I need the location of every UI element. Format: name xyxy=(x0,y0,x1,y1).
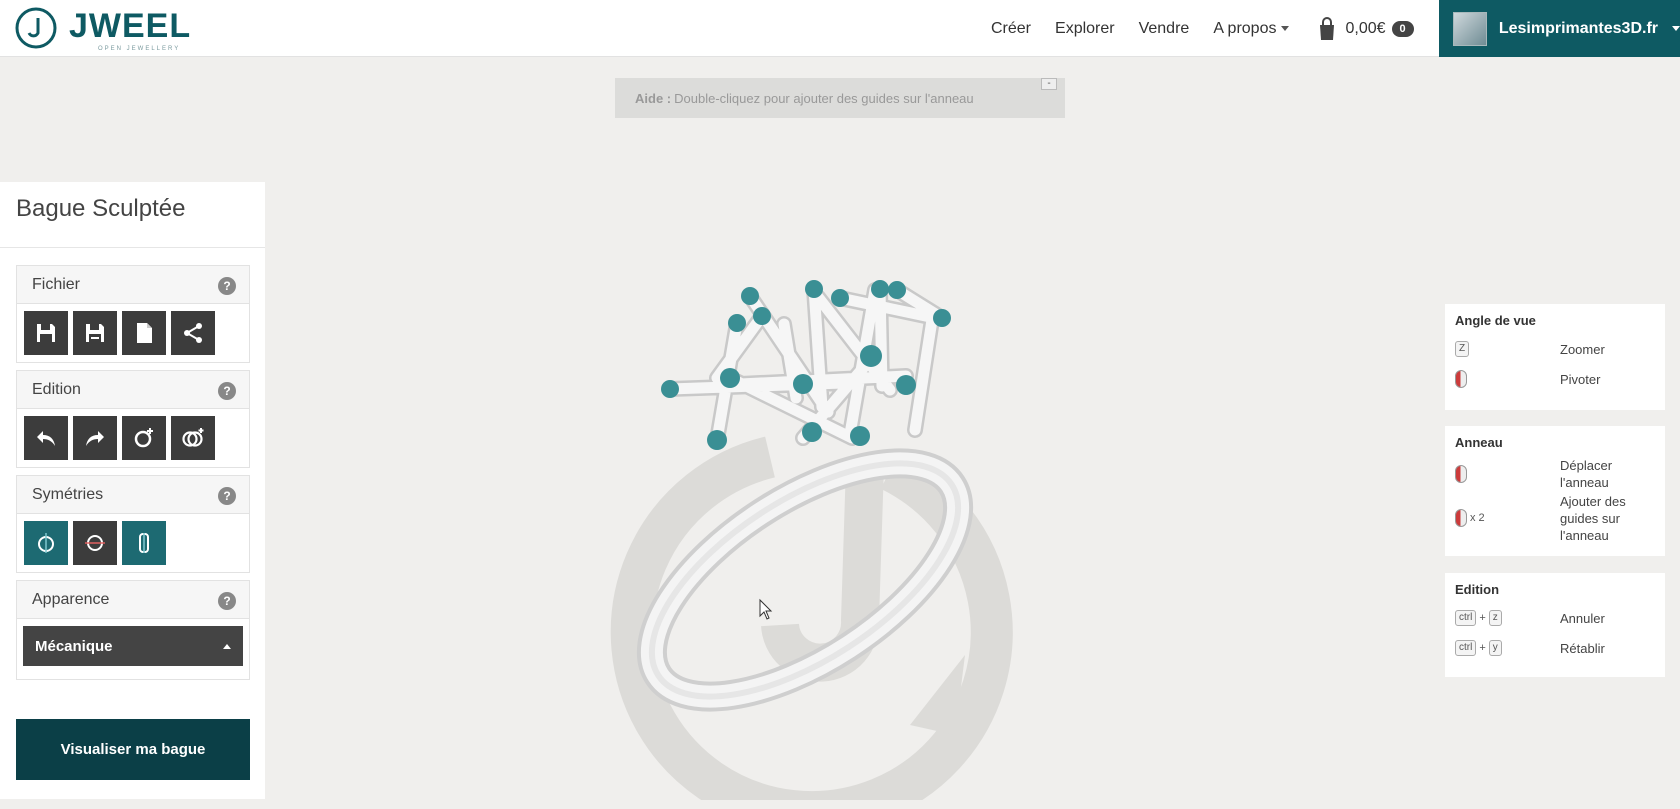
help-icon[interactable]: ? xyxy=(218,487,236,505)
shortcut-desc: Annuler xyxy=(1560,610,1605,626)
plus-label: + xyxy=(1479,612,1486,624)
section-fichier: Fichier ? xyxy=(16,265,250,363)
section-symetries: Symétries ? xyxy=(16,475,250,573)
nav-explorer[interactable]: Explorer xyxy=(1055,20,1115,38)
watermark-logo xyxy=(610,436,1013,809)
help-icon[interactable]: ? xyxy=(218,592,236,610)
mouse-icon xyxy=(1455,509,1467,527)
shortcut-desc: Rétablir xyxy=(1560,640,1605,656)
shortcut-row: x 2 Ajouter des guides sur l'anneau xyxy=(1455,492,1655,544)
logo-tagline: OPEN JEWELLERY xyxy=(98,46,180,52)
key-z-icon: Z xyxy=(1455,341,1470,357)
symmetry-vertical-icon xyxy=(38,533,54,553)
shortcuts-angle-panel: Angle de vue Z Zoomer Pivoter xyxy=(1445,304,1665,410)
symmetry-horizontal-icon xyxy=(85,535,105,551)
shortcut-row: ctrl + y Rétablir xyxy=(1455,633,1655,663)
shortcut-desc: Pivoter xyxy=(1560,371,1601,387)
add-double-ring-button[interactable] xyxy=(171,416,215,460)
document-icon xyxy=(137,323,152,343)
add-ring-button[interactable] xyxy=(122,416,166,460)
3d-viewport[interactable] xyxy=(560,180,1100,809)
jweel-logo[interactable]: JWEEL OPEN JEWELLERY xyxy=(14,4,214,52)
shortcut-row: Pivoter xyxy=(1455,364,1655,394)
help-icon[interactable]: ? xyxy=(218,382,236,400)
cart-button[interactable]: 0,00€ 0 xyxy=(1317,16,1414,41)
double-ring-icon xyxy=(182,428,204,447)
section-edition: Edition ? xyxy=(16,370,250,468)
shortcut-row: Z Zoomer xyxy=(1455,334,1655,364)
symmetry-ring-button[interactable] xyxy=(122,521,166,565)
help-text: Double-cliquez pour ajouter des guides s… xyxy=(674,90,974,106)
plus-label: + xyxy=(1479,642,1486,654)
symmetry-horizontal-button[interactable] xyxy=(73,521,117,565)
mouse-icon xyxy=(1455,465,1467,483)
share-icon xyxy=(184,323,202,343)
mouse-icon xyxy=(1455,370,1467,388)
shortcut-row: ctrl + z Annuler xyxy=(1455,603,1655,633)
chevron-down-icon xyxy=(1672,26,1680,31)
floppy-disk-icon xyxy=(37,324,55,342)
double-click-label: x 2 xyxy=(1470,512,1485,524)
appearance-select[interactable]: Mécanique xyxy=(23,626,243,666)
shortcuts-title: Angle de vue xyxy=(1455,313,1536,328)
section-apparence: Apparence ? Mécanique xyxy=(16,580,250,680)
save-as-button[interactable] xyxy=(73,311,117,355)
ring-add-icon xyxy=(134,428,153,448)
redo-icon xyxy=(86,431,104,446)
shortcut-desc: Déplacer l'anneau xyxy=(1560,458,1613,490)
section-title: Edition xyxy=(32,380,81,398)
help-bar: Aide : Double-cliquez pour ajouter des g… xyxy=(615,78,1065,118)
new-file-button[interactable] xyxy=(122,311,166,355)
shortcut-desc: Ajouter des guides sur l'anneau xyxy=(1560,493,1626,543)
shortcuts-title: Edition xyxy=(1455,582,1500,597)
nav-vendre[interactable]: Vendre xyxy=(1139,20,1190,38)
nav-a-propos[interactable]: A propos xyxy=(1213,19,1290,38)
editor-panel: Bague Sculptée Fichier ? Edition ? Symét… xyxy=(0,182,265,799)
shortcuts-anneau-panel: Anneau Déplacer l'anneau x 2 Ajouter des… xyxy=(1445,426,1665,556)
mouse-cursor-icon xyxy=(759,598,773,620)
redo-button[interactable] xyxy=(73,416,117,460)
save-as-icon xyxy=(86,324,104,342)
share-button[interactable] xyxy=(171,311,215,355)
appearance-selected-value: Mécanique xyxy=(35,637,113,655)
symmetry-ring-icon xyxy=(139,533,149,553)
visualize-ring-button[interactable]: Visualiser ma bague xyxy=(16,719,250,780)
logo-wordmark: JWEEL xyxy=(69,7,191,45)
key-y-icon: y xyxy=(1488,640,1502,656)
nav-creer[interactable]: Créer xyxy=(991,20,1031,38)
page-title: Bague Sculptée xyxy=(0,182,265,248)
user-menu[interactable]: Lesimprimantes3D.fr xyxy=(1439,0,1680,57)
shortcut-desc: Zoomer xyxy=(1560,341,1605,357)
help-label: Aide : xyxy=(635,90,672,106)
top-navbar: JWEEL OPEN JEWELLERY Créer Explorer Vend… xyxy=(0,0,1680,57)
help-icon[interactable]: ? xyxy=(218,277,236,295)
main-nav: Créer Explorer Vendre A propos 0,00€ 0 xyxy=(991,0,1430,57)
section-title: Fichier xyxy=(32,275,81,293)
cart-count-badge: 0 xyxy=(1391,20,1414,37)
avatar xyxy=(1453,11,1487,46)
key-z-icon: z xyxy=(1488,610,1502,626)
symmetry-vertical-button[interactable] xyxy=(24,521,68,565)
nav-a-propos-label: A propos xyxy=(1213,19,1277,37)
undo-icon xyxy=(37,431,55,446)
shopping-bag-icon xyxy=(1320,16,1335,40)
undo-button[interactable] xyxy=(24,416,68,460)
section-title: Symétries xyxy=(32,485,104,503)
key-ctrl-icon: ctrl xyxy=(1455,640,1477,656)
save-button[interactable] xyxy=(24,311,68,355)
key-ctrl-icon: ctrl xyxy=(1455,610,1477,626)
chevron-up-icon xyxy=(223,644,231,649)
shortcuts-edition-panel: Edition ctrl + z Annuler ctrl + y Rétablir xyxy=(1445,573,1665,677)
help-collapse-button[interactable]: - xyxy=(1041,78,1057,90)
shortcut-row: Déplacer l'anneau xyxy=(1455,456,1655,492)
shortcuts-title: Anneau xyxy=(1455,435,1503,450)
chevron-down-icon xyxy=(1281,25,1290,31)
cart-total: 0,00€ xyxy=(1345,19,1386,37)
section-title: Apparence xyxy=(32,590,110,608)
user-name: Lesimprimantes3D.fr xyxy=(1498,19,1658,37)
